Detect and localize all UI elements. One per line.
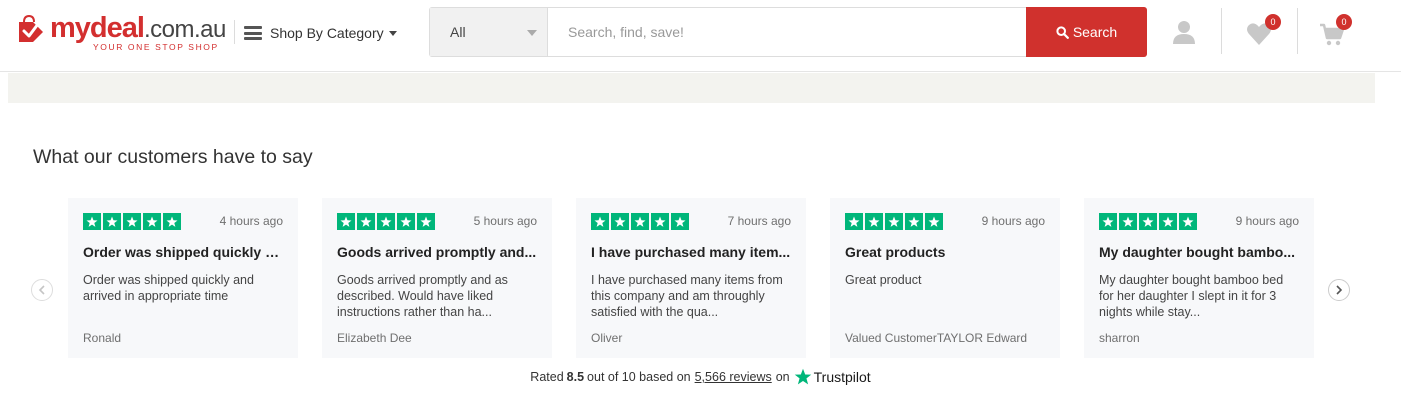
review-author: Oliver — [591, 331, 623, 345]
chevron-down-icon — [388, 30, 397, 36]
review-title: My daughter bought bambo... — [1099, 244, 1295, 260]
chevron-down-icon — [527, 30, 537, 36]
star-icon — [1139, 213, 1157, 230]
search-bar: All Search — [429, 7, 1147, 57]
review-body: Great product — [845, 273, 922, 287]
search-button-label: Search — [1072, 24, 1118, 40]
star-icon — [143, 213, 161, 230]
star-rating — [591, 213, 689, 230]
rating-on-text: on — [775, 370, 790, 384]
star-icon — [1159, 213, 1177, 230]
review-title: I have purchased many item... — [591, 244, 791, 260]
header-divider — [234, 20, 235, 44]
star-icon — [103, 213, 121, 230]
star-icon — [357, 213, 375, 230]
review-time: 5 hours ago — [473, 214, 537, 228]
trustpilot-wordmark: Trustpilot — [813, 369, 871, 385]
reviews-section-title: What our customers have to say — [33, 146, 313, 168]
star-rating — [83, 213, 181, 230]
rating-score: 8.5 — [566, 370, 585, 384]
rating-prefix: Rated — [530, 370, 564, 384]
header-divider — [1221, 8, 1222, 54]
review-card[interactable]: 9 hours ago Great products Great product… — [830, 198, 1060, 358]
search-category-value: All — [450, 24, 466, 40]
wishlist-count-badge: 0 — [1265, 14, 1281, 30]
header-band — [8, 73, 1375, 103]
star-icon — [651, 213, 669, 230]
chevron-left-icon — [38, 285, 45, 295]
review-title: Great products — [845, 244, 946, 260]
shop-by-category-label: Shop By Category — [270, 25, 384, 41]
star-icon — [885, 213, 903, 230]
logo-tag-icon — [19, 14, 43, 42]
site-header: mydeal.com.au YOUR ONE STOP SHOP Shop By… — [0, 0, 1401, 72]
review-author: Ronald — [83, 331, 122, 345]
carousel-next-button[interactable] — [1328, 279, 1350, 301]
header-divider — [1297, 8, 1298, 54]
shop-by-category-button[interactable]: Shop By Category — [244, 22, 397, 44]
review-title: Order was shipped quickly a... — [83, 244, 283, 260]
user-icon[interactable] — [1170, 18, 1198, 46]
review-card[interactable]: 4 hours ago Order was shipped quickly a.… — [68, 198, 298, 358]
site-logo[interactable]: mydeal.com.au YOUR ONE STOP SHOP — [16, 12, 226, 56]
star-icon — [631, 213, 649, 230]
star-icon — [671, 213, 689, 230]
review-time: 4 hours ago — [219, 214, 283, 228]
star-icon — [377, 213, 395, 230]
logo-wordmark: mydeal.com.au — [50, 12, 226, 44]
star-icon — [1099, 213, 1117, 230]
review-body: Order was shipped quickly and arrived in… — [83, 273, 254, 303]
logo-tagline: YOUR ONE STOP SHOP — [93, 42, 219, 52]
star-icon — [123, 213, 141, 230]
star-icon — [417, 213, 435, 230]
reviews-count-link[interactable]: 5,566 reviews — [695, 370, 772, 384]
review-body: Goods arrived promptly and as described.… — [337, 273, 508, 319]
cart-count-badge: 0 — [1336, 14, 1352, 30]
review-time: 9 hours ago — [981, 214, 1045, 228]
star-icon — [397, 213, 415, 230]
review-card[interactable]: 7 hours ago I have purchased many item..… — [576, 198, 806, 358]
star-icon — [337, 213, 355, 230]
star-icon — [591, 213, 609, 230]
star-icon — [611, 213, 629, 230]
review-time: 9 hours ago — [1235, 214, 1299, 228]
star-icon — [163, 213, 181, 230]
search-button[interactable]: Search — [1026, 7, 1147, 57]
star-rating — [337, 213, 435, 230]
search-input[interactable] — [548, 8, 1026, 56]
review-author: Valued CustomerTAYLOR Edward — [845, 331, 1028, 345]
trustpilot-logo[interactable]: Trustpilot — [794, 368, 871, 386]
chevron-right-icon — [1336, 285, 1343, 295]
star-icon — [865, 213, 883, 230]
star-icon — [1119, 213, 1137, 230]
star-icon — [905, 213, 923, 230]
review-author: Elizabeth Dee — [337, 331, 412, 345]
search-category-select[interactable]: All — [430, 8, 548, 56]
trustpilot-rating-summary: Rated 8.5 out of 10 based on 5,566 revie… — [0, 368, 1401, 386]
search-icon — [1056, 25, 1069, 39]
review-time: 7 hours ago — [727, 214, 791, 228]
star-icon — [1179, 213, 1197, 230]
trustpilot-star-icon — [794, 368, 811, 385]
star-rating — [1099, 213, 1197, 230]
menu-icon — [244, 26, 262, 40]
star-icon — [83, 213, 101, 230]
review-author: sharron — [1099, 331, 1140, 345]
review-body: My daughter bought bamboo bed for her da… — [1099, 273, 1284, 319]
carousel-prev-button[interactable] — [31, 279, 53, 301]
review-card[interactable]: 5 hours ago Goods arrived promptly and..… — [322, 198, 552, 358]
review-body: I have purchased many items from this co… — [591, 273, 783, 319]
rating-mid-text: out of 10 based on — [587, 370, 691, 384]
review-card[interactable]: 9 hours ago My daughter bought bambo... … — [1084, 198, 1314, 358]
star-icon — [925, 213, 943, 230]
star-rating — [845, 213, 943, 230]
star-icon — [845, 213, 863, 230]
review-title: Goods arrived promptly and... — [337, 244, 537, 260]
